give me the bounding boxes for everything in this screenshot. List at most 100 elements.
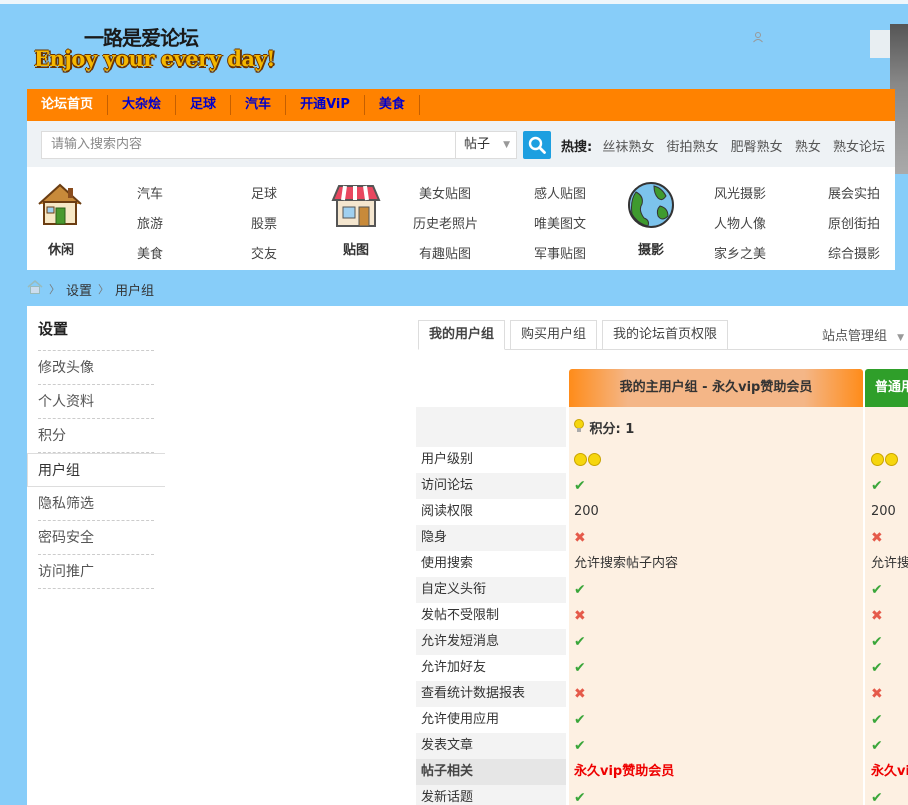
check-icon: ✔: [574, 660, 586, 676]
main-group-header: 我的主用户组 - 永久vip赞助会员: [569, 369, 863, 407]
main-group-value: [574, 447, 859, 473]
permission-label: 允许使用应用: [421, 712, 500, 727]
check-icon: ✔: [871, 738, 883, 754]
cross-icon: ✖: [871, 608, 883, 624]
main-group-value: 永久vip赞助会员: [574, 764, 675, 779]
category-link[interactable]: 家乡之美: [714, 243, 766, 262]
tab-bar: 我的用户组 购买用户组 我的论坛首页权限: [418, 320, 733, 350]
search-button[interactable]: [523, 131, 551, 159]
category-title[interactable]: 休闲: [34, 239, 88, 258]
other-group-header[interactable]: 普通用: [865, 369, 908, 407]
permission-label: 使用搜索: [421, 556, 474, 571]
nav-item-car[interactable]: 汽车: [231, 95, 287, 115]
check-icon: ✔: [871, 634, 883, 650]
hot-label: 热搜:: [561, 140, 593, 155]
other-group-value: 200: [871, 504, 896, 519]
chevron-down-icon: ▼: [503, 140, 510, 150]
category-link[interactable]: 交友: [251, 243, 277, 262]
category-link[interactable]: 人物人像: [714, 213, 766, 232]
main-group-value: ✔: [574, 733, 859, 759]
admin-group-label: 站点管理组: [822, 329, 888, 344]
category-title[interactable]: 贴图: [329, 239, 383, 258]
category-link[interactable]: 唯美图文: [534, 213, 586, 232]
category-link[interactable]: 原创街拍: [828, 213, 880, 232]
main-group-value: ✔: [574, 629, 859, 655]
sidebar-item-privacy[interactable]: 隐私筛选: [38, 487, 154, 521]
house-icon[interactable]: [33, 180, 87, 230]
permission-label: 允许加好友: [421, 660, 487, 675]
cross-icon: ✖: [871, 530, 883, 546]
permission-label: 查看统计数据报表: [416, 681, 566, 707]
hot-link[interactable]: 熟女: [795, 140, 821, 155]
nav-item-football[interactable]: 足球: [176, 95, 232, 115]
check-icon: ✔: [574, 712, 586, 728]
category-link[interactable]: 历史老照片: [413, 213, 478, 232]
category-link[interactable]: 综合摄影: [828, 243, 880, 262]
tab-home-permissions[interactable]: 我的论坛首页权限: [602, 320, 729, 350]
check-icon: ✔: [871, 582, 883, 598]
breadcrumb-usergroup[interactable]: 用户组: [115, 280, 154, 299]
header-decoration: [870, 30, 890, 58]
main-nav: 论坛首页 大杂烩 足球 汽车 开通ViP 美食: [27, 89, 895, 121]
shop-icon[interactable]: [329, 180, 383, 230]
lightbulb-icon: [573, 419, 590, 437]
logo-english: Enjoy your every day!: [34, 46, 275, 71]
hot-link[interactable]: 熟女论坛: [833, 140, 885, 155]
permission-label: 用户级别: [421, 452, 474, 467]
category-link[interactable]: 旅游: [137, 213, 163, 232]
main-group-value: ✔: [574, 577, 859, 603]
check-icon: ✔: [574, 738, 586, 754]
search-icon: [528, 136, 546, 154]
site-logo[interactable]: 一路是爱论坛 Enjoy your every day!: [34, 20, 284, 80]
main-group-value: ✔: [574, 707, 859, 733]
nav-item-misc[interactable]: 大杂烩: [108, 95, 177, 115]
other-group-value: ✔: [871, 577, 908, 603]
category-title[interactable]: 摄影: [624, 239, 678, 258]
score-row-label: [416, 407, 566, 447]
smiley-icon: [885, 453, 898, 466]
check-icon: ✔: [574, 582, 586, 598]
tab-buy-groups[interactable]: 购买用户组: [510, 320, 598, 350]
category-link[interactable]: 美女贴图: [419, 183, 471, 202]
sidebar-item-usergroup[interactable]: 用户组: [27, 453, 165, 487]
category-link[interactable]: 美食: [137, 243, 163, 262]
category-link[interactable]: 军事贴图: [534, 243, 586, 262]
sidebar-item-promotion[interactable]: 访问推广: [38, 555, 154, 589]
hot-link[interactable]: 肥臀熟女: [731, 140, 783, 155]
sidebar-item-password[interactable]: 密码安全: [38, 521, 154, 555]
sidebar-item-avatar[interactable]: 修改头像: [38, 351, 154, 385]
hot-link[interactable]: 街拍熟女: [667, 140, 719, 155]
sidebar-item-profile[interactable]: 个人资料: [38, 385, 154, 419]
category-link[interactable]: 有趣贴图: [419, 243, 471, 262]
category-link[interactable]: 股票: [251, 213, 277, 232]
category-link[interactable]: 汽车: [137, 183, 163, 202]
other-group-value: ✔: [871, 733, 908, 759]
sidebar-item-credits[interactable]: 积分: [38, 419, 154, 453]
breadcrumb-settings[interactable]: 设置: [66, 280, 92, 299]
nav-item-food[interactable]: 美食: [365, 95, 420, 115]
sidebar-title: 设置: [38, 320, 69, 338]
tab-my-groups[interactable]: 我的用户组: [418, 320, 506, 350]
main-group-value: 允许搜索帖子内容: [574, 556, 679, 571]
cross-icon: ✖: [871, 686, 883, 702]
category-link[interactable]: 感人贴图: [534, 183, 586, 202]
admin-group-dropdown[interactable]: 站点管理组 ▼: [822, 325, 904, 344]
hot-link[interactable]: 丝袜熟女: [602, 140, 654, 155]
home-icon[interactable]: [27, 280, 43, 298]
permission-label: 自定义头衔: [416, 577, 566, 603]
globe-icon[interactable]: [624, 180, 678, 230]
user-icon[interactable]: [752, 31, 764, 43]
search-input[interactable]: 请输入搜索内容: [41, 131, 456, 159]
settings-sidebar: 设置 修改头像 个人资料 积分 用户组 隐私筛选 密码安全 访问推广: [27, 306, 165, 805]
search-type-select[interactable]: 帖子 ▼: [455, 131, 517, 159]
category-link[interactable]: 风光摄影: [714, 183, 766, 202]
main-group-value: ✔: [574, 473, 859, 499]
nav-item-home[interactable]: 论坛首页: [27, 95, 109, 115]
category-link[interactable]: 展会实拍: [828, 183, 880, 202]
nav-item-vip[interactable]: 开通ViP: [286, 95, 365, 115]
cross-icon: ✖: [574, 686, 586, 702]
other-group-value: ✔: [871, 473, 908, 499]
permission-label: 允许发短消息: [416, 629, 566, 655]
other-group-value: ✔: [871, 785, 908, 805]
category-link[interactable]: 足球: [251, 183, 277, 202]
